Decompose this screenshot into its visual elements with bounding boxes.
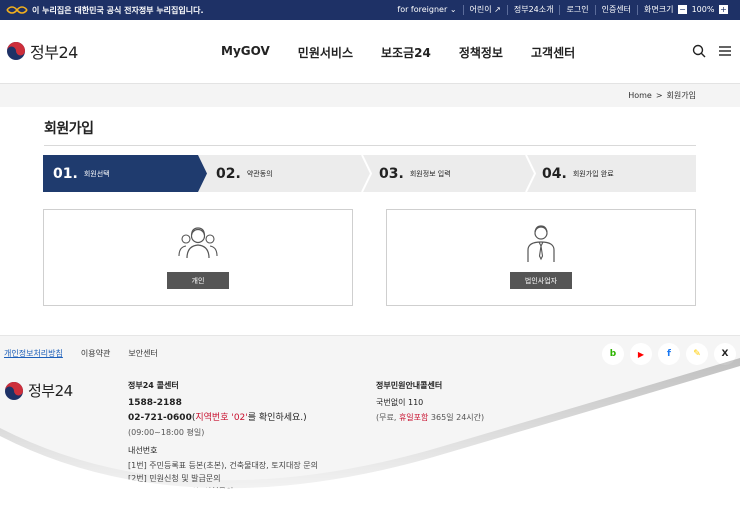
zoom-value: 100%	[691, 5, 715, 14]
call-center-hours: (09:00~18:00 평일)	[128, 428, 205, 437]
step-1-num: 01.	[53, 165, 78, 182]
breadcrumb-bar: Home > 회원가입	[0, 84, 740, 107]
breadcrumb-separator: >	[655, 91, 663, 100]
step-2-num: 02.	[216, 165, 241, 182]
gov-call-center-info: 정부민원안내콜센터 국번없이 110 (무료, 휴일포함 365일 24시간)	[376, 382, 484, 432]
breadcrumb-current: 회원가입	[666, 91, 696, 100]
social-links: b ▶ f ✎ X	[602, 343, 736, 365]
ext-text: 회원가입 및 로그인 문의	[149, 500, 231, 509]
extension-title: 내선번호	[128, 446, 158, 455]
chevron-down-icon: ⌄	[449, 5, 457, 14]
blog-icon[interactable]: b	[602, 343, 624, 365]
business-member-card[interactable]: 법인사업자	[386, 209, 696, 306]
call-center-info: 정부24 콜센터 1588-2188 02-721-0600(지역번호 '02'…	[128, 382, 318, 514]
local-number: 02-721-0600	[128, 413, 192, 423]
extension-row: [2번] 민원신청 및 발급문의	[128, 475, 318, 483]
main-nav: MyGOV 민원서비스 보조금24 정책정보 고객센터	[221, 44, 575, 61]
privacy-policy-link[interactable]: 개인정보처리방침	[4, 348, 63, 359]
about-link[interactable]: 정부24소개	[508, 5, 561, 15]
nav-mygov[interactable]: MyGOV	[221, 44, 270, 61]
search-icon[interactable]	[692, 44, 706, 58]
title-divider	[44, 145, 696, 146]
business-button[interactable]: 법인사업자	[510, 272, 572, 289]
people-group-icon	[178, 227, 218, 259]
gov-center-number: 국번없이 110	[376, 398, 424, 407]
step-3-num: 03.	[379, 165, 404, 182]
footer-links-bar: 개인정보처리방침 이용약관 보안센터 b ▶ f ✎ X	[0, 335, 740, 368]
nav-policy[interactable]: 정책정보	[459, 44, 503, 61]
site-logo[interactable]: 정부24	[6, 39, 78, 63]
gov-symbol-icon	[6, 6, 28, 14]
step-4-label: 회원가입 완료	[572, 169, 614, 178]
zoom-in-button[interactable]: +	[719, 5, 728, 14]
call-center-number: 1588-2188	[128, 398, 182, 408]
cert-center-link[interactable]: 인증센터	[596, 5, 639, 15]
footer-logo-text: 정부24	[28, 382, 73, 400]
step-2: 02. 약관동의	[216, 155, 273, 192]
menu-icon[interactable]	[718, 44, 732, 58]
extension-row: [1번] 주민등록표 등본(초본), 건축물대장, 토지대장 문의	[128, 462, 318, 470]
footer-logo: 정부24	[4, 380, 73, 401]
breadcrumb-home[interactable]: Home	[628, 91, 652, 100]
gov-center-title: 정부민원안내콜센터	[376, 381, 443, 390]
breadcrumb: Home > 회원가입	[628, 90, 696, 101]
signup-steps: 01. 회원선택 02. 약관동의 03. 회원정보 입력 04. 회원가입 완…	[43, 155, 696, 192]
site-header: 정부24 MyGOV 민원서비스 보조금24 정책정보 고객센터	[0, 20, 740, 84]
security-center-link[interactable]: 보안센터	[128, 348, 157, 359]
external-link-icon: ↗	[494, 5, 501, 14]
gov-notice: 이 누리집은 대한민국 공식 전자정부 누리집입니다.	[32, 5, 204, 15]
step-3-label: 회원정보 입력	[409, 169, 451, 178]
login-link[interactable]: 로그인	[560, 5, 596, 15]
ext-key: [4번]	[128, 500, 147, 509]
gov-note-holiday: 휴일포함	[398, 413, 429, 422]
local-number-line: 02-721-0600(지역번호 '02'를 확인하세요.)	[128, 414, 318, 423]
zoom-out-button[interactable]: −	[678, 5, 688, 14]
local-note-close: 를 확인하세요.)	[247, 413, 307, 423]
zoom-label: 화면크기	[644, 5, 674, 14]
step-1-label: 회원선택	[83, 169, 110, 178]
step-4-num: 04.	[542, 165, 567, 182]
nav-customer-center[interactable]: 고객센터	[531, 44, 575, 61]
gov-note-close: 365일 24시간)	[428, 413, 485, 422]
foreigner-label: for foreigner	[397, 5, 448, 14]
children-label: 어린이	[469, 5, 492, 14]
ext-text: 민원신청 및 발급문의	[149, 474, 221, 483]
extension-row: [3번] 보조금24 조회, 신청문의	[128, 488, 318, 496]
x-twitter-icon[interactable]: X	[714, 343, 736, 365]
logo-text: 정부24	[30, 43, 78, 62]
personal-member-card[interactable]: 개인	[43, 209, 353, 306]
foreigner-link[interactable]: for foreigner ⌄	[391, 5, 464, 15]
ext-key: [1번]	[128, 461, 147, 470]
extension-row: [4번] 회원가입 및 로그인 문의	[128, 501, 318, 509]
local-area-code: 지역번호 '02'	[195, 413, 248, 423]
gov-note-open: (무료,	[376, 413, 399, 422]
business-person-icon	[527, 225, 555, 262]
ext-text: 주민등록표 등본(초본), 건축물대장, 토지대장 문의	[149, 461, 318, 470]
step-3: 03. 회원정보 입력	[379, 155, 451, 192]
step-2-label: 약관동의	[246, 169, 273, 178]
site-footer: 정부24 정부24 콜센터 1588-2188 02-721-0600(지역번호…	[0, 368, 740, 530]
youtube-icon[interactable]: ▶	[630, 343, 652, 365]
taegeuk-logo-icon	[7, 42, 25, 60]
taegeuk-logo-icon	[5, 381, 23, 400]
ext-key: [2번]	[128, 474, 147, 483]
ext-text: 보조금24 조회, 신청문의	[149, 487, 234, 496]
facebook-icon[interactable]: f	[658, 343, 680, 365]
nav-subsidy[interactable]: 보조금24	[381, 44, 431, 61]
terms-link[interactable]: 이용약관	[81, 348, 110, 359]
gov-banner: 이 누리집은 대한민국 공식 전자정부 누리집입니다. for foreigne…	[0, 0, 740, 20]
kakao-story-icon[interactable]: ✎	[686, 343, 708, 365]
ext-key: [3번]	[128, 487, 147, 496]
gov-center-note: (무료, 휴일포함 365일 24시간)	[376, 414, 484, 422]
children-link[interactable]: 어린이 ↗	[464, 5, 508, 15]
zoom-control: 화면크기 − 100% +	[638, 5, 736, 15]
call-center-title: 정부24 콜센터	[128, 381, 179, 390]
step-4: 04. 회원가입 완료	[542, 155, 614, 192]
nav-civil-service[interactable]: 민원서비스	[298, 44, 353, 61]
page-title: 회원가입	[44, 121, 94, 137]
personal-button[interactable]: 개인	[167, 272, 229, 289]
step-1: 01. 회원선택	[53, 155, 110, 192]
